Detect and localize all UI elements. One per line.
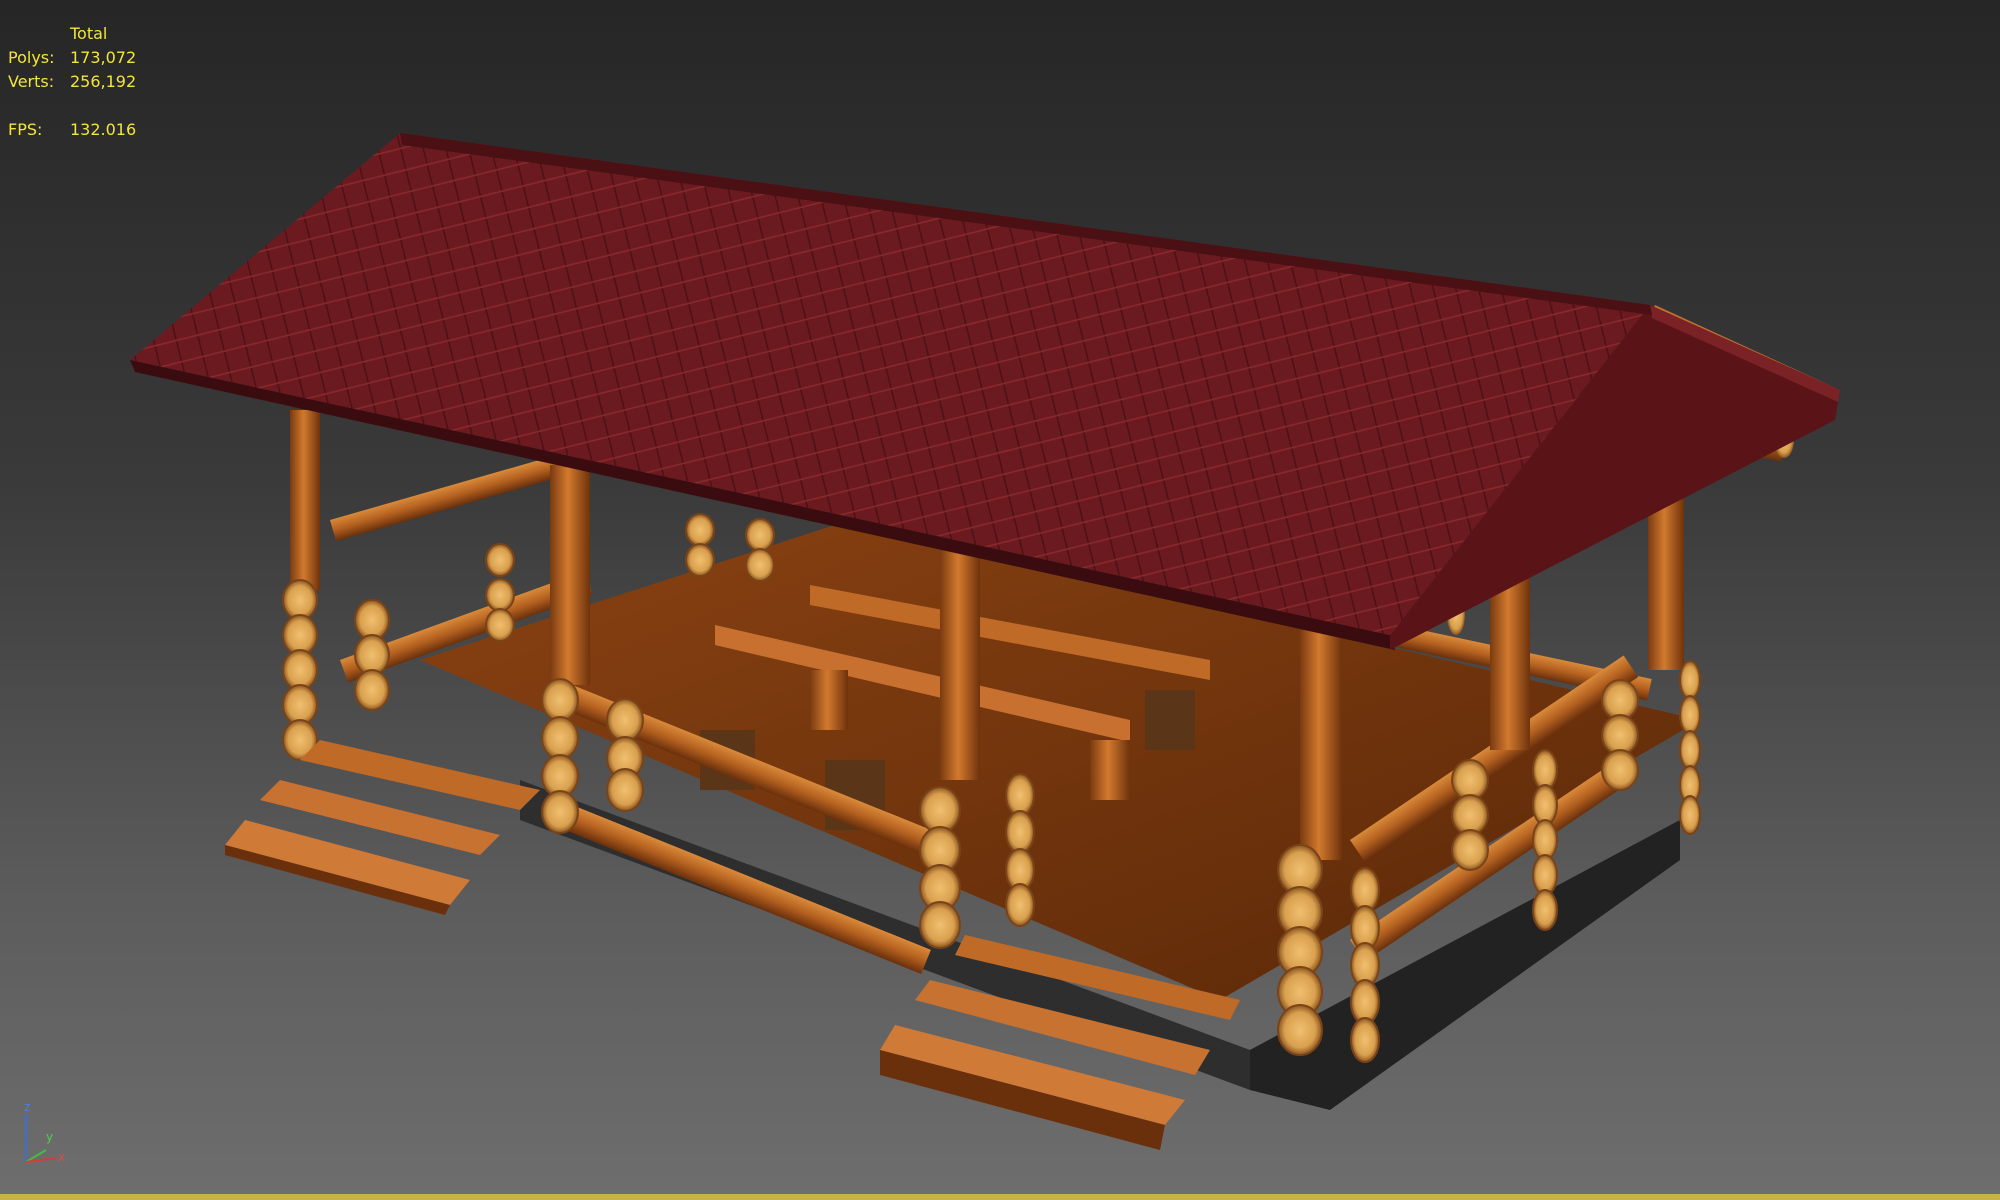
fps-value: 132.016 <box>70 120 137 139</box>
verts-value: 256,192 <box>70 72 137 91</box>
axis-gizmo-icon: z y x <box>18 1100 78 1170</box>
log-stack-left <box>282 579 390 761</box>
polys-label: Polys: <box>8 48 55 67</box>
polys-value: 173,072 <box>70 48 137 67</box>
stairs-left <box>225 740 540 915</box>
stats-header: Total <box>70 24 108 43</box>
post <box>290 410 320 590</box>
verts-label: Verts: <box>8 72 55 91</box>
3d-viewport[interactable]: Total Polys: 173,072 Verts: 256,192 FPS:… <box>0 0 2000 1200</box>
axis-z-label: z <box>24 1100 31 1114</box>
axis-x-label: x <box>58 1150 66 1164</box>
axis-y-label: y <box>46 1130 54 1144</box>
viewport-border <box>0 1194 2000 1200</box>
post <box>940 550 980 780</box>
post <box>1300 630 1342 860</box>
post <box>550 465 590 685</box>
gazebo-model <box>130 133 1840 1150</box>
viewport-statistics: Total Polys: 173,072 Verts: 256,192 FPS:… <box>8 22 136 142</box>
fps-label: FPS: <box>8 120 43 139</box>
